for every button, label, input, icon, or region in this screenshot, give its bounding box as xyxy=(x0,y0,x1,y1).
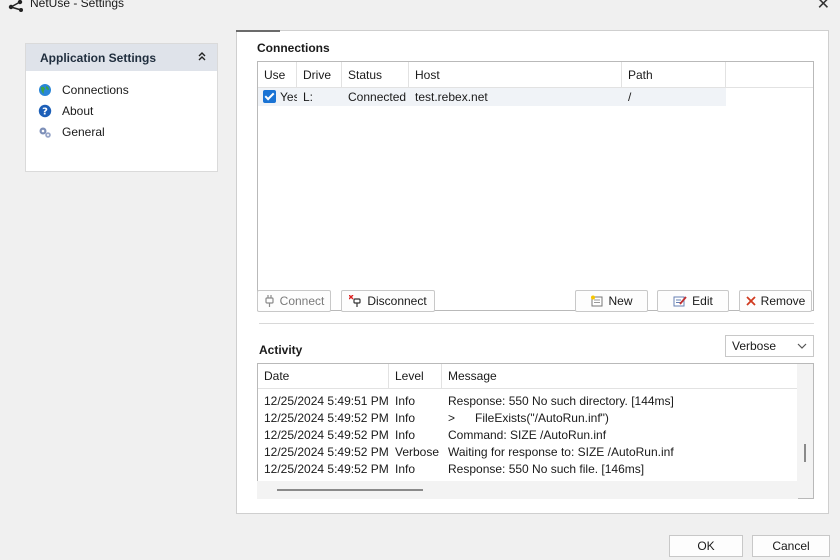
collapse-icon[interactable] xyxy=(197,51,207,64)
activity-vertical-scrollbar[interactable] xyxy=(797,363,814,499)
cell-level: Info xyxy=(395,461,416,476)
cell-date: 12/25/2024 5:49:52 PM xyxy=(264,461,389,476)
ok-button[interactable]: OK xyxy=(669,535,743,557)
globe-icon xyxy=(39,83,51,96)
nav-header-label: Application Settings xyxy=(40,50,157,65)
table-row[interactable]: 12/25/2024 5:49:52 PM Info Command: SIZE… xyxy=(258,426,798,443)
activity-title: Activity xyxy=(259,343,303,357)
nav-item-label: Connections xyxy=(62,82,129,97)
cell-date: 12/25/2024 5:49:51 PM xyxy=(264,393,389,408)
column-header-host[interactable]: Host xyxy=(409,62,622,87)
panel-accent xyxy=(236,30,280,32)
edit-button[interactable]: Edit xyxy=(657,290,729,312)
table-row[interactable]: 12/25/2024 5:49:52 PM Info > FileExists(… xyxy=(258,409,798,426)
column-header-use[interactable]: Use xyxy=(258,62,297,87)
nav-list: Connections ? About General xyxy=(26,71,217,142)
column-header-drive[interactable]: Drive xyxy=(297,62,342,87)
log-level-select[interactable]: Verbose xyxy=(725,335,814,357)
table-row[interactable]: 12/25/2024 5:49:52 PM Verbose Waiting fo… xyxy=(258,443,798,460)
nav-item-label: About xyxy=(62,103,94,118)
connections-grid[interactable]: Use Drive Status Host Path Yes L: Connec… xyxy=(257,61,814,311)
svg-text:?: ? xyxy=(42,106,48,117)
remove-button[interactable]: Remove xyxy=(739,290,812,312)
cell-level: Info xyxy=(395,393,416,408)
activity-grid-header: Date Level Message xyxy=(258,364,798,389)
connections-title: Connections xyxy=(257,41,330,55)
disconnect-button[interactable]: Disconnect xyxy=(341,290,435,312)
cell-message: Command: SIZE /AutoRun.inf xyxy=(448,427,607,442)
table-row[interactable]: Yes L: Connected test.rebex.net / xyxy=(258,88,726,106)
section-divider xyxy=(259,323,814,324)
close-icon[interactable]: ✕ xyxy=(817,0,830,14)
scrollbar-thumb[interactable] xyxy=(277,489,423,491)
nav-item-about[interactable]: ? About xyxy=(38,100,217,121)
nav-item-label: General xyxy=(62,124,105,139)
new-label: New xyxy=(608,294,633,308)
cell-message: > FileExists("/AutoRun.inf") xyxy=(448,410,609,425)
cell-level: Verbose xyxy=(395,444,440,459)
remove-label: Remove xyxy=(760,294,806,308)
nav-item-connections[interactable]: Connections xyxy=(38,79,217,100)
table-row[interactable]: 12/25/2024 5:49:52 PM Info Response: 550… xyxy=(258,460,798,477)
cancel-button[interactable]: Cancel xyxy=(752,535,830,557)
help-icon: ? xyxy=(38,104,52,117)
remove-x-icon xyxy=(746,296,756,306)
settings-nav-panel: Application Settings Connections ? About xyxy=(25,43,218,172)
column-header-level[interactable]: Level xyxy=(389,364,442,388)
cell-message: Response: 550 No such file. [146ms] xyxy=(448,461,645,476)
edit-label: Edit xyxy=(692,294,713,308)
use-checkbox[interactable] xyxy=(263,90,276,103)
nav-item-general[interactable]: General xyxy=(38,121,217,142)
cell-path: / xyxy=(628,90,632,104)
cell-status: Connected xyxy=(348,90,407,104)
connections-grid-header: Use Drive Status Host Path xyxy=(258,62,813,88)
cell-level: Info xyxy=(395,410,416,425)
activity-rows: 12/25/2024 5:49:51 PM Info Response: 550… xyxy=(258,389,798,477)
cell-drive: L: xyxy=(303,90,314,104)
log-level-value: Verbose xyxy=(732,339,777,353)
window-title: NetUse - Settings xyxy=(30,0,125,10)
nav-header[interactable]: Application Settings xyxy=(26,44,217,71)
edit-icon xyxy=(673,295,687,307)
column-header-status[interactable]: Status xyxy=(342,62,409,87)
share-icon xyxy=(8,0,23,12)
use-label: Yes xyxy=(280,90,297,104)
column-header-date[interactable]: Date xyxy=(258,364,389,388)
unplug-icon xyxy=(349,295,362,307)
column-header-message[interactable]: Message xyxy=(442,364,642,388)
cell-date: 12/25/2024 5:49:52 PM xyxy=(264,427,389,442)
cell-date: 12/25/2024 5:49:52 PM xyxy=(264,444,389,459)
chevron-down-icon xyxy=(797,341,807,352)
cell-level: Info xyxy=(395,427,416,442)
column-header-path[interactable]: Path xyxy=(622,62,726,87)
gears-icon xyxy=(39,127,51,138)
plug-icon xyxy=(264,295,275,307)
disconnect-label: Disconnect xyxy=(367,294,427,308)
new-button[interactable]: New xyxy=(575,290,648,312)
cell-date: 12/25/2024 5:49:52 PM xyxy=(264,410,389,425)
activity-grid[interactable]: Date Level Message 12/25/2024 5:49:51 PM… xyxy=(257,363,798,499)
main-panel: Connections Use Drive Status Host Path Y… xyxy=(236,30,829,514)
table-row[interactable]: 12/25/2024 5:49:51 PM Info Response: 550… xyxy=(258,392,798,409)
cell-message: Waiting for response to: SIZE /AutoRun.i… xyxy=(448,444,674,459)
title-bar: NetUse - Settings ✕ xyxy=(0,0,840,18)
cell-message: Response: 550 No such directory. [144ms] xyxy=(448,393,674,408)
activity-horizontal-scrollbar[interactable] xyxy=(257,481,798,499)
cell-host: test.rebex.net xyxy=(415,90,488,104)
connect-button[interactable]: Connect xyxy=(257,290,331,312)
connect-label: Connect xyxy=(279,294,325,308)
new-doc-icon xyxy=(590,295,603,307)
scrollbar-thumb[interactable] xyxy=(804,444,806,462)
cell-use[interactable]: Yes xyxy=(258,90,297,104)
